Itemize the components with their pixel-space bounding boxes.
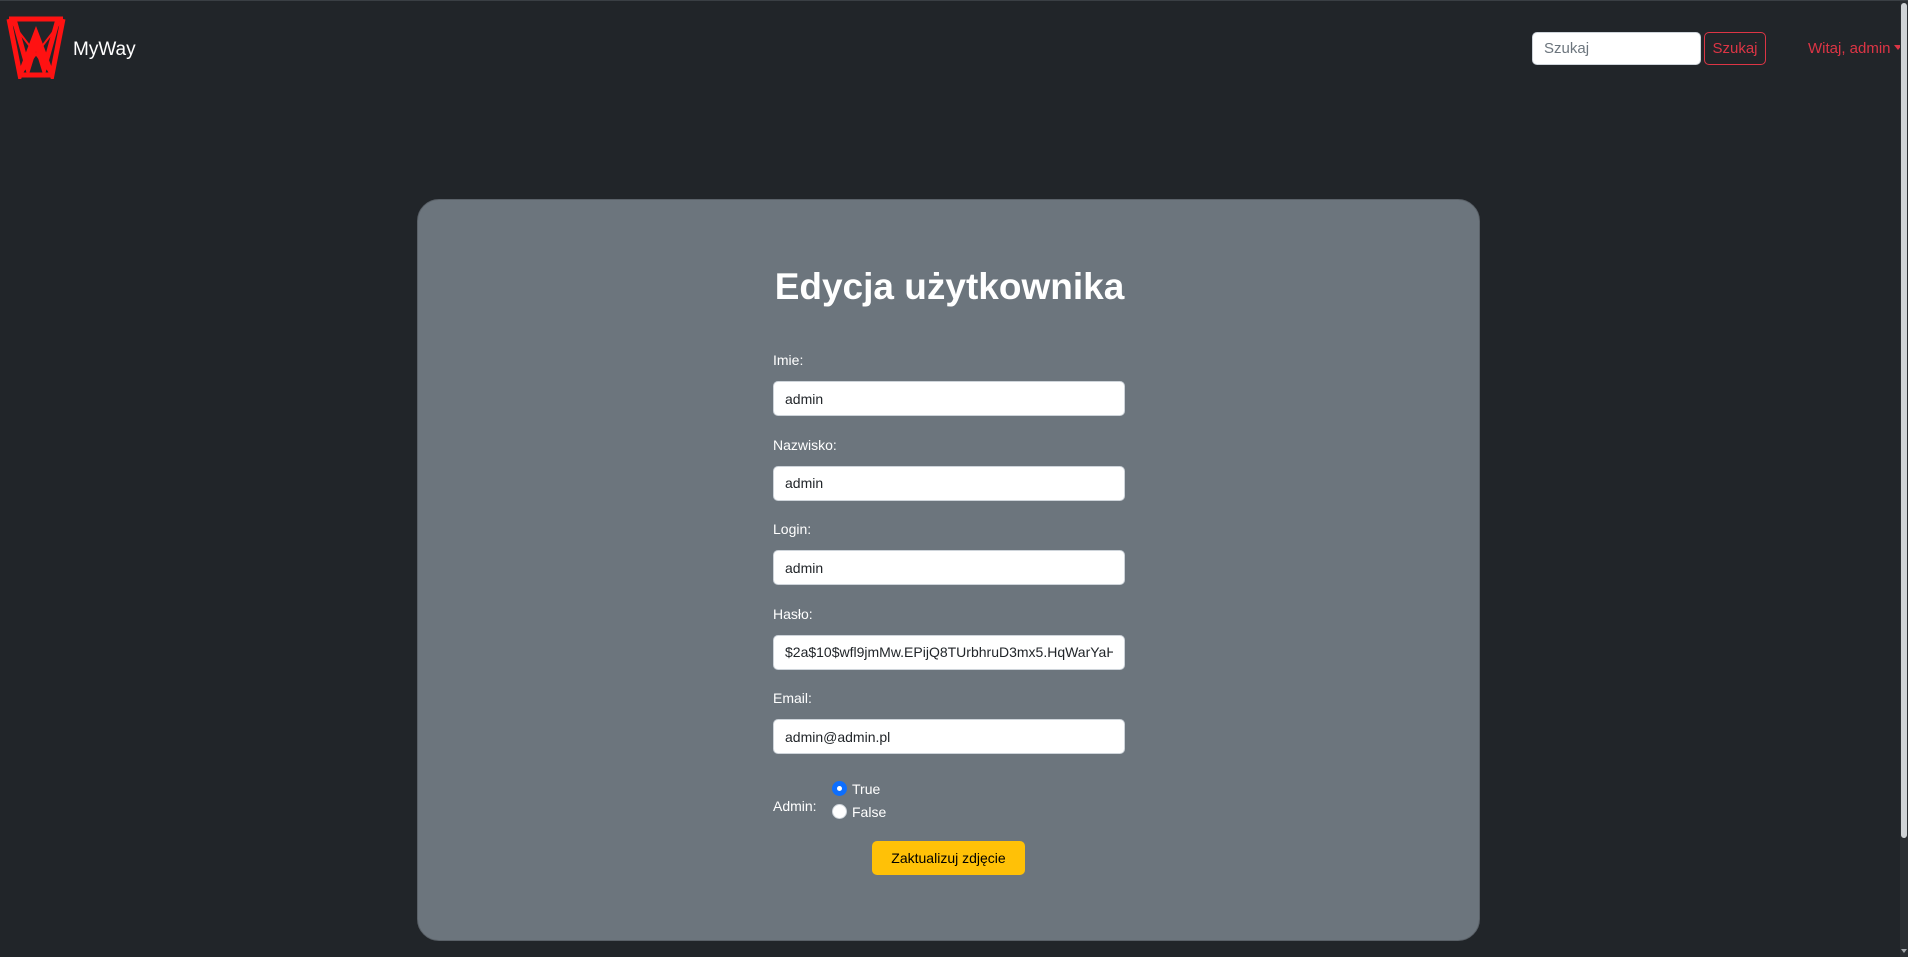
update-button[interactable]: Zaktualizuj zdjęcie [872, 841, 1025, 875]
scrollbar-thumb[interactable] [1901, 3, 1907, 838]
password-group: Hasło: [773, 605, 1125, 690]
login-input[interactable] [773, 550, 1125, 585]
myway-logo-icon[interactable] [6, 15, 66, 79]
search-input[interactable] [1532, 32, 1701, 65]
admin-true-radio[interactable] [832, 780, 847, 796]
admin-false-label: False [852, 803, 887, 820]
login-label: Login: [773, 521, 812, 537]
email-group: Email: [773, 689, 1125, 774]
scroll-down-arrow-icon[interactable] [1901, 949, 1907, 953]
last-name-input[interactable] [773, 465, 1125, 501]
last-name-label: Nazwisko: [773, 436, 837, 453]
first-name-label: Imie: [773, 352, 804, 368]
admin-false-radio[interactable] [832, 803, 847, 819]
admin-label: Admin: [773, 797, 817, 814]
email-label: Email: [773, 690, 812, 706]
page-title: Edycja użytkownika [774, 266, 1125, 307]
password-input[interactable] [773, 634, 1125, 670]
user-menu-dropdown[interactable]: Witaj, admin [1808, 40, 1902, 57]
password-label: Hasło: [773, 605, 813, 622]
page-scrollbar[interactable] [1900, 1, 1908, 957]
navbar: MyWay Szukaj Witaj, admin [0, 1, 1902, 99]
last-name-group: Nazwisko: [773, 436, 1125, 521]
search-button[interactable]: Szukaj [1704, 32, 1766, 65]
first-name-group: Imie: [773, 351, 1125, 436]
edit-user-form: Imie: Nazwisko: Login: Hasło: Email: Adm… [773, 351, 1125, 836]
admin-true-label: True [852, 780, 881, 797]
login-group: Login: [773, 520, 1125, 605]
brand-name[interactable]: MyWay [73, 39, 136, 61]
email-input[interactable] [773, 719, 1125, 754]
user-menu-label: Witaj, admin [1808, 40, 1891, 57]
admin-radio-group: Admin: True False [773, 780, 1125, 836]
first-name-input[interactable] [773, 381, 1125, 416]
